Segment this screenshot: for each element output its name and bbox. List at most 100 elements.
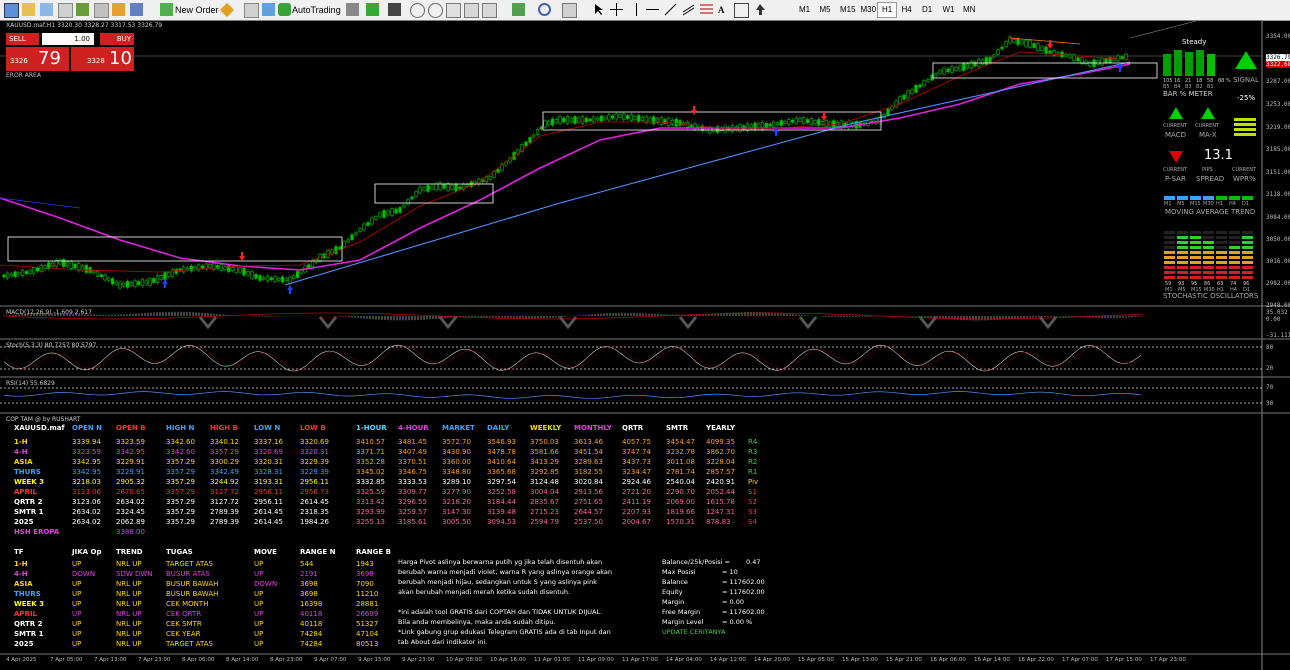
candle-body	[402, 204, 406, 208]
wpr-label: WPR%	[1233, 175, 1256, 183]
autotrading-button[interactable]: AutoTrading	[292, 2, 341, 18]
candle-body	[434, 183, 438, 191]
new-chart-icon[interactable]	[4, 3, 19, 18]
time-tick: 14 Apr 12:00	[710, 657, 746, 663]
sell-price-box[interactable]: 3326 79	[6, 47, 69, 71]
copy-icon[interactable]	[244, 3, 259, 18]
stoch-segment	[1242, 266, 1253, 269]
stoch-segment	[1190, 241, 1201, 244]
candle-body	[20, 270, 25, 276]
stoch-segment	[1190, 231, 1201, 234]
lot-input[interactable]: 1.00	[42, 33, 94, 45]
tile-windows-icon[interactable]	[446, 3, 461, 18]
history-icon[interactable]	[262, 3, 275, 16]
fibonacci-icon[interactable]	[700, 3, 713, 16]
candle-chart-icon[interactable]	[366, 3, 379, 16]
candle-body	[24, 271, 28, 274]
stoch-segment	[1229, 261, 1240, 264]
trendline-icon[interactable]	[664, 3, 677, 16]
zoom-in-icon[interactable]	[410, 3, 425, 18]
meta-editor-icon[interactable]	[130, 3, 143, 16]
chart-shift-icon[interactable]	[482, 3, 497, 18]
metaeditor-icon[interactable]	[219, 2, 235, 18]
vertical-line-icon[interactable]	[630, 3, 643, 16]
stoch-segment	[1190, 266, 1201, 269]
chart-window[interactable]: XAUUSD.maf,H1 3320.30 3328.27 3317.53 33…	[0, 20, 1290, 670]
ma-trend-label: MOVING AVERAGE TREND	[1165, 208, 1256, 216]
timeframe-h4[interactable]: H4	[898, 3, 916, 17]
pivot-cell: 3342.60	[166, 438, 195, 446]
pivot-cell: 3581.66	[530, 448, 559, 456]
new-order-button[interactable]: New Order	[175, 2, 219, 18]
text-label-icon[interactable]	[734, 3, 749, 18]
arrows-icon[interactable]	[754, 3, 767, 16]
new-order-icon[interactable]	[160, 3, 173, 16]
line-chart-icon[interactable]	[388, 3, 401, 16]
task-cell: CEK SMTR	[166, 620, 202, 628]
task-cell: 3698	[300, 580, 318, 588]
timeframe-m1[interactable]: M1	[795, 3, 814, 17]
candle-body	[414, 191, 418, 197]
task-cell: 16398	[300, 600, 323, 608]
terminal-icon[interactable]	[94, 3, 109, 18]
task-cell: SMTR 1	[14, 630, 44, 638]
candle-body	[170, 269, 175, 277]
task-cell: UP	[72, 600, 82, 608]
pivot-cell: 3234.47	[622, 468, 651, 476]
candle-body	[558, 116, 562, 124]
pivot-cell: 3360.00	[442, 458, 471, 466]
candle-body	[1104, 58, 1108, 64]
price-tick: 3287.00	[1266, 78, 1290, 85]
zoom-out-icon[interactable]	[428, 3, 443, 18]
bar-chart-icon[interactable]	[346, 3, 359, 16]
market-watch-icon[interactable]	[40, 3, 53, 16]
update-link[interactable]: UPDATE CERITANYA	[662, 628, 725, 636]
pivot-cell: 3357.29	[166, 478, 195, 486]
candle-body	[118, 281, 122, 289]
profiles-icon[interactable]	[22, 3, 35, 16]
task-cell: 7090	[356, 580, 374, 588]
pivot-cell: 3320.31	[300, 448, 329, 456]
timeframe-w1[interactable]: W1	[939, 3, 959, 17]
pivot-row-label: SMTR 1	[14, 508, 44, 516]
horizontal-line-icon[interactable]	[646, 3, 659, 16]
text-tool-icon[interactable]: A	[718, 2, 725, 18]
pivot-cell: 2956.11	[300, 478, 329, 486]
candle-body	[163, 272, 167, 280]
candle-body	[17, 272, 21, 276]
templates-icon[interactable]	[562, 3, 577, 18]
buy-price-box[interactable]: 3328 10	[71, 47, 134, 71]
note-line: tab About dari indikator ini.	[398, 638, 488, 646]
data-window-icon[interactable]	[58, 3, 73, 18]
autotrading-icon[interactable]	[278, 3, 291, 16]
price-tick: 3219.00	[1266, 124, 1290, 131]
candle-body	[230, 267, 235, 271]
pivot-cell: 3020.84	[574, 478, 603, 486]
stoch-segment	[1216, 251, 1227, 254]
account-value: = 0.00 %	[722, 618, 753, 626]
timeframe-d1[interactable]: D1	[918, 3, 936, 17]
task-cell: NRL UP	[116, 610, 142, 618]
indicators-icon[interactable]	[512, 3, 525, 16]
periods-icon[interactable]	[538, 3, 551, 16]
equidistant-channel-icon[interactable]	[682, 3, 695, 16]
candle-body	[965, 63, 970, 69]
timeframe-mn[interactable]: MN	[959, 3, 979, 17]
timeframe-h1[interactable]: H1	[877, 2, 898, 18]
pivot-cell: 2789.39	[210, 508, 239, 516]
pivot-cell: 3342.95	[72, 458, 101, 466]
candle-body	[772, 121, 776, 128]
stoch-segment	[1216, 266, 1227, 269]
stoch-segment	[1190, 256, 1201, 259]
candle-body	[144, 280, 148, 285]
sell-button[interactable]: SELL	[6, 33, 39, 45]
strategy-tester-icon[interactable]	[112, 3, 125, 16]
task-cell: BUSUR BAWAH	[166, 580, 219, 588]
buy-button[interactable]: BUY	[100, 33, 134, 45]
navigator-icon[interactable]	[76, 3, 89, 16]
cursor-icon[interactable]	[592, 3, 605, 16]
timeframe-m5[interactable]: M5	[816, 3, 835, 17]
crosshair-icon[interactable]	[610, 3, 623, 16]
pivot-cell: 3413.29	[530, 458, 559, 466]
autoscroll-icon[interactable]	[464, 3, 479, 18]
